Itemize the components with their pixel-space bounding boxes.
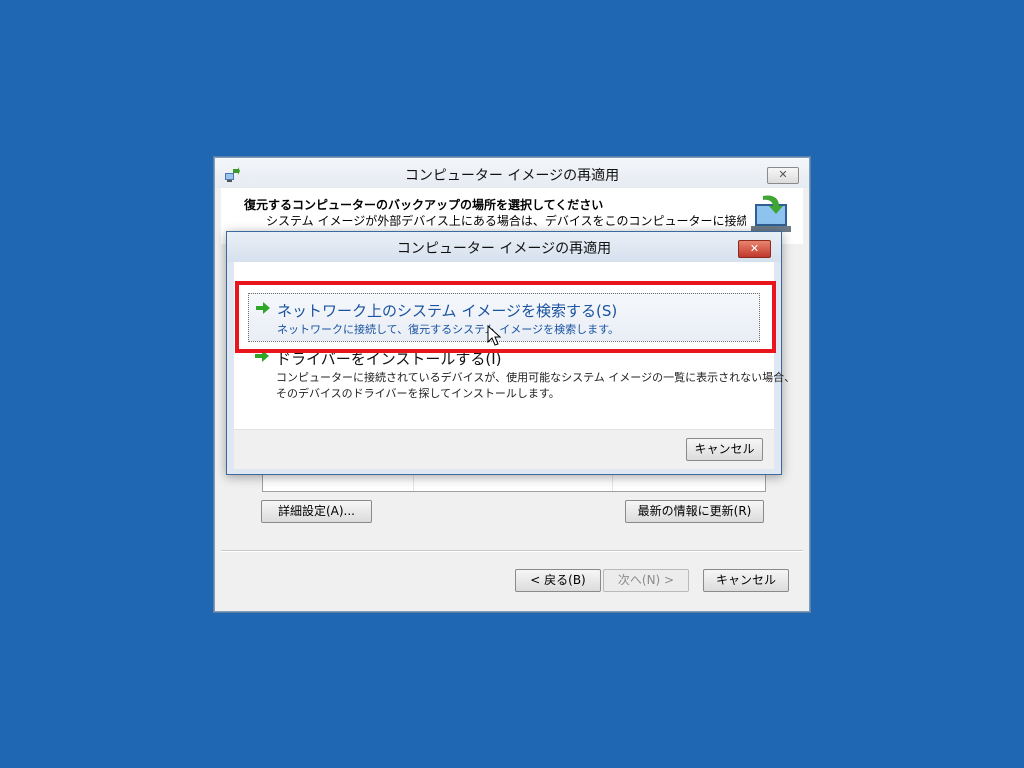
dialog-footer: キャンセル [234, 429, 774, 469]
option-description: ネットワークに接続して、復元するシステム イメージを検索します。 [277, 323, 619, 336]
refresh-button[interactable]: 最新の情報に更新(R) [625, 500, 764, 523]
page-heading: 復元するコンピューターのバックアップの場所を選択してください [244, 198, 604, 212]
main-window-close-button[interactable]: ✕ [767, 167, 799, 184]
dialog-close-button[interactable]: ✕ [738, 240, 771, 258]
option-description-line: そのデバイスのドライバーを探してインストールします。 [276, 387, 560, 400]
option-title: ネットワーク上のシステム イメージを検索する(S) [277, 302, 618, 320]
search-network-option[interactable]: ネットワーク上のシステム イメージを検索する(S) ネットワークに接続して、復元… [248, 293, 760, 342]
green-arrow-icon [255, 350, 269, 362]
computer-restore-icon [751, 195, 791, 232]
dialog: コンピューター イメージの再適用 ✕ ネットワーク上のシステム イメージを検索す… [226, 231, 795, 475]
footer-divider [221, 550, 803, 552]
dialog-cancel-button[interactable]: キャンセル [686, 438, 763, 461]
back-button[interactable]: < 戻る(B) [515, 569, 601, 592]
page-description: システム イメージが外部デバイス上にある場合は、デバイスをこのコンピューターに接… [266, 214, 746, 228]
option-description: コンピューターに接続されているデバイスが、使用可能なシステム イメージの一覧に表… [276, 370, 795, 402]
main-window-titlebar[interactable]: コンピューター イメージの再適用 ✕ [215, 158, 809, 188]
dialog-title: コンピューター イメージの再適用 [396, 241, 612, 257]
close-icon: ✕ [778, 168, 788, 181]
next-button[interactable]: 次へ(N) > [603, 569, 689, 592]
green-arrow-icon [256, 302, 270, 314]
main-cancel-button[interactable]: キャンセル [703, 569, 789, 592]
option-title: ドライバーをインストールする(I) [276, 350, 502, 368]
install-driver-option[interactable]: ドライバーをインストールする(I) コンピューターに接続されているデバイスが、使… [248, 348, 795, 406]
dialog-body: ネットワーク上のシステム イメージを検索する(S) ネットワークに接続して、復元… [234, 262, 795, 429]
option-description-line: コンピューターに接続されているデバイスが、使用可能なシステム イメージの一覧に表… [276, 371, 796, 384]
backup-app-icon [225, 167, 240, 182]
dialog-titlebar[interactable]: コンピューター イメージの再適用 ✕ [227, 232, 781, 262]
main-window-title: コンピューター イメージの再適用 [404, 168, 620, 184]
close-icon: ✕ [749, 242, 760, 255]
advanced-settings-button[interactable]: 詳細設定(A)... [261, 500, 372, 523]
mouse-cursor-icon [487, 325, 502, 346]
